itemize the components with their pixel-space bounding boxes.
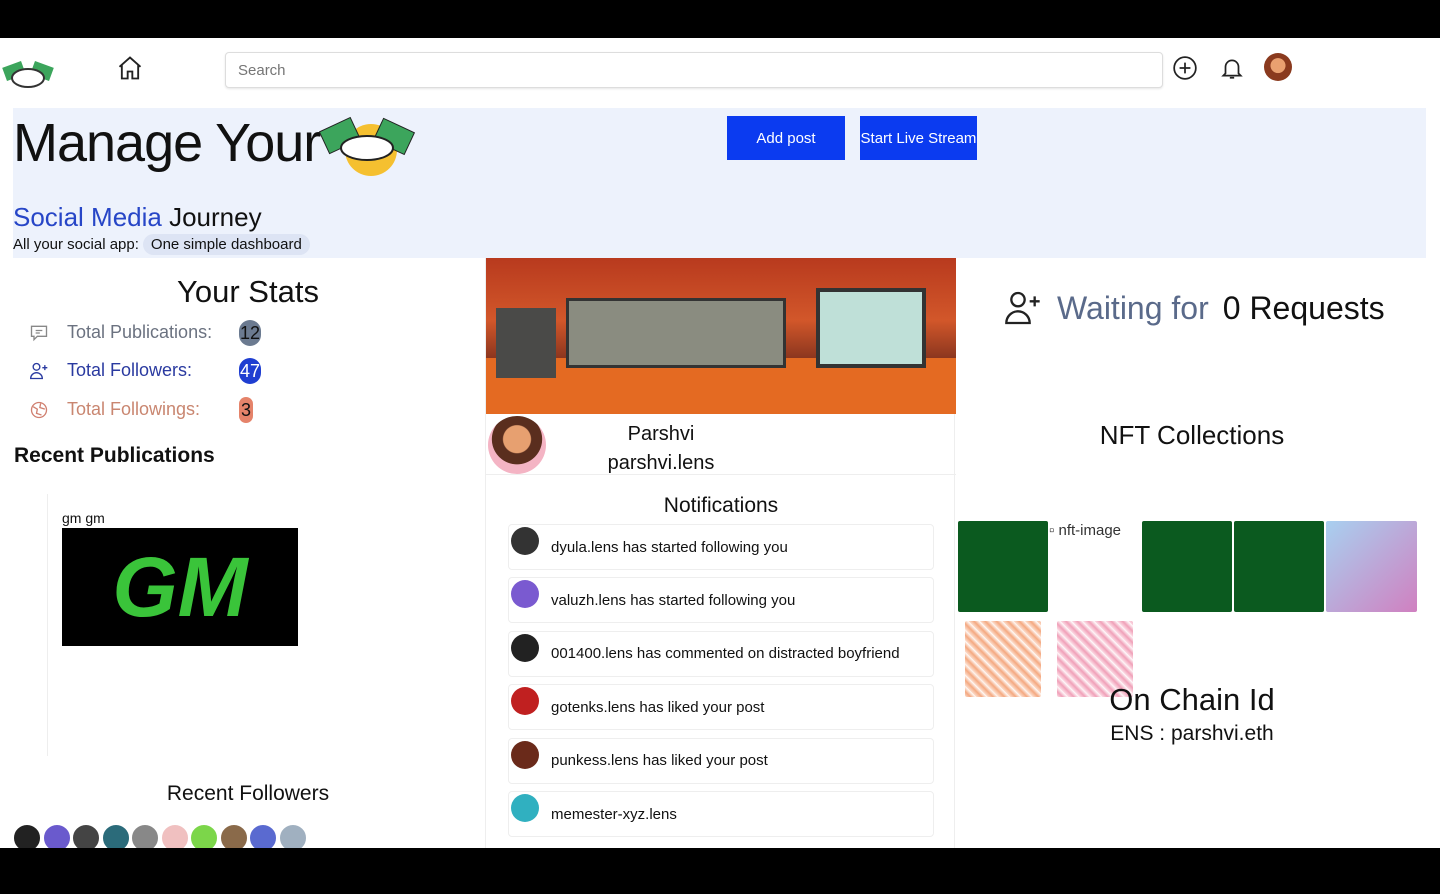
ens-name: ENS : parshvi.eth [1110,722,1274,745]
nft-item[interactable] [1142,521,1232,612]
tagline: All your social app: One simple dashboard [13,234,310,255]
follower-avatar[interactable] [72,824,100,848]
stat-badge: 3 [239,397,253,423]
stat-publications: Total Publications: 12 [29,320,261,346]
notification-text: punkess.lens has liked your post [551,752,768,770]
home-icon[interactable] [116,54,144,82]
handshake-logo[interactable] [2,56,54,94]
follower-avatar[interactable] [190,824,218,848]
hero-subtitle: Social Media Journey [13,202,262,233]
profile-name: Parshvi [627,423,695,445]
notification-text: valuzh.lens has started following you [551,591,796,609]
requests-status: Waiting for 0 Requests [1003,288,1385,328]
search-input[interactable] [225,52,1163,88]
nft-item[interactable] [1234,521,1324,612]
tagline-chip: One simple dashboard [142,234,310,255]
follower-avatar[interactable] [219,824,248,848]
follower-avatar[interactable] [42,824,71,848]
notification-avatar [511,794,539,822]
hero-banner: Manage Your Add post Start Live Stream S… [13,108,1426,258]
notification-avatar [511,633,539,662]
nft-broken-image[interactable]: ▫ nft-image [1049,522,1121,539]
follower-avatar[interactable] [101,824,130,848]
follower-avatar[interactable] [160,824,189,848]
add-post-button[interactable]: Add post [727,116,845,160]
notification-item[interactable]: 001400.lens has commented on distracted … [508,630,934,677]
hero-title: Manage Your [13,113,321,173]
notification-text: 001400.lens has commented on distracted … [551,645,900,663]
stat-followings: Total Followings: 3 [29,397,253,423]
plus-circle-icon[interactable] [1172,55,1198,81]
notification-avatar [511,580,539,609]
notification-avatar [511,740,539,769]
stat-label: Total Publications: [67,322,213,342]
publication-image[interactable]: GM [62,528,298,646]
cover-image [486,258,956,414]
publication-text: gm gm [62,510,105,526]
chat-icon [30,325,48,341]
follower-avatar[interactable] [13,824,41,848]
recent-followers-title: Recent Followers [166,782,330,805]
notification-item[interactable]: gotenks.lens has liked your post [508,684,934,731]
on-chain-title: On Chain Id [1109,682,1275,717]
requests-count: 0 Requests [1222,289,1385,326]
page: Manage Your Add post Start Live Stream S… [0,38,1440,848]
tagline-text: All your social app: [13,236,139,253]
notification-item[interactable]: dyula.lens has started following you [508,524,934,570]
follower-avatar[interactable] [131,824,159,848]
user-plus-icon [29,362,48,379]
handshake-icon [319,116,415,176]
profile-avatar[interactable] [488,416,546,474]
top-nav [0,38,1440,106]
stat-badge: 47 [239,358,261,384]
notification-text: gotenks.lens has liked your post [551,698,765,716]
stat-label: Total Followings: [67,399,201,419]
user-avatar[interactable] [1264,53,1292,81]
follower-avatar[interactable] [278,824,307,848]
globe-icon [30,401,48,418]
nft-title: NFT Collections [1099,420,1285,450]
notifications-title: Notifications [663,494,779,517]
nft-item[interactable] [958,521,1048,612]
notification-text: memester-xyz.lens [551,805,677,823]
notification-item[interactable]: punkess.lens has liked your post [508,737,934,784]
notification-item[interactable]: valuzh.lens has started following you [508,577,934,624]
bell-icon[interactable] [1219,55,1245,81]
recent-publications-title: Recent Publications [14,444,215,467]
stat-followers: Total Followers: 47 [29,358,261,384]
stats-column: Your Stats Total Publications: 12 Total … [13,258,483,848]
subtitle-rest: Journey [161,202,262,232]
notification-item[interactable]: memester-xyz.lens [508,791,934,837]
follower-avatar[interactable] [249,824,277,848]
notification-avatar [511,687,539,716]
right-column: Waiting for 0 Requests NFT Collections ▫… [957,258,1427,848]
subtitle-highlight: Social Media [13,202,162,232]
profile-column: Parshvi parshvi.lens Notifications dyula.… [485,258,956,848]
requests-prefix: Waiting for [1057,289,1209,326]
stats-title: Your Stats [177,274,319,309]
recent-followers-list [13,824,308,848]
stat-label: Total Followers: [67,360,193,380]
nft-alt-text: nft-image [1058,522,1122,539]
publication-card[interactable]: gm gm GM [47,494,377,756]
start-live-stream-button[interactable]: Start Live Stream [860,116,977,160]
stat-badge: 12 [239,320,261,346]
notification-avatar [511,527,539,555]
nft-item[interactable] [1326,521,1417,612]
user-plus-icon [1005,291,1040,325]
profile-name-block: Parshvi parshvi.lens [581,420,741,478]
notification-text: dyula.lens has started following you [551,538,788,556]
